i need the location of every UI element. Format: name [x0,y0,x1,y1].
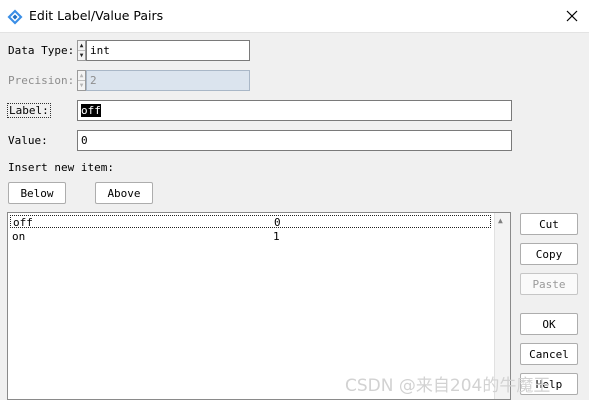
spin-down-icon: ▼ [78,80,85,89]
spin-down-icon[interactable]: ▼ [78,50,85,60]
list-item-label: off [13,216,33,229]
label-input-selected-text: off [81,104,101,117]
list-item-value: 0 [274,216,281,229]
diamond-app-icon [7,9,23,25]
value-field-label: Value: [8,134,48,147]
close-icon [566,10,578,22]
label-field-label: Label: [7,103,51,118]
list-scrollbar[interactable]: ▲ [494,213,510,399]
list-item[interactable]: off 0 [10,215,491,229]
list-item-value: 1 [273,230,280,243]
precision-label: Precision: [8,74,75,87]
paste-button: Paste [520,273,578,295]
label-input[interactable]: off [77,100,512,121]
window-title: Edit Label/Value Pairs [29,8,164,23]
ok-button[interactable]: OK [520,313,578,335]
insert-below-button[interactable]: Below [8,182,66,204]
spin-up-icon[interactable]: ▲ [78,41,85,50]
precision-field: 2 [86,70,250,91]
list-item-label: on [12,230,26,243]
list-item[interactable]: on 1 [10,230,491,243]
data-type-spinner[interactable]: ▲ ▼ [77,40,86,61]
pairs-listbox[interactable]: off 0 on 1 ▲ [7,212,511,400]
spin-up-icon: ▲ [79,71,84,79]
insert-heading: Insert new item: [8,161,114,174]
copy-button[interactable]: Copy [520,243,578,265]
precision-spinner: ▲ ▼ [77,70,86,91]
cut-button[interactable]: Cut [520,213,578,235]
data-type-field[interactable]: int [86,40,250,61]
cancel-button[interactable]: Cancel [520,343,578,365]
scroll-up-icon[interactable]: ▲ [498,216,503,225]
data-type-label: Data Type: [8,44,75,57]
insert-above-button[interactable]: Above [95,182,153,204]
value-input[interactable]: 0 [77,130,512,151]
help-button[interactable]: Help [520,373,578,395]
title-bar: Edit Label/Value Pairs [0,0,589,33]
close-button[interactable] [561,6,583,26]
